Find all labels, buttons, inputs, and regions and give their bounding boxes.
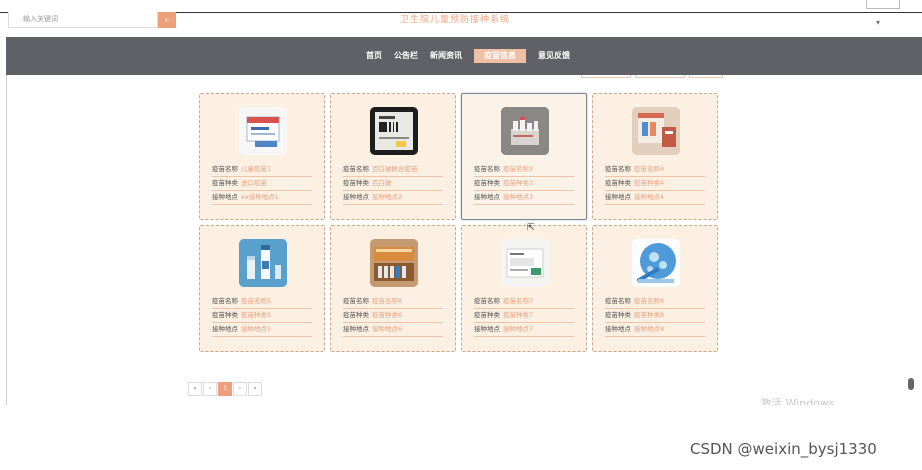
screenshot-bottom-margin	[0, 405, 922, 470]
vaccine-name-field: 疫苗名称 儿童疫苗1	[212, 162, 312, 177]
nav-item-news[interactable]: 新闻资讯	[424, 49, 468, 63]
vaccine-place-field: 接种地点 接种地点5	[212, 322, 312, 337]
vaccine-place-field: 接种地点 接种地点2	[343, 190, 443, 205]
vaccine-type-field: 疫苗种类 疫苗种类6	[343, 308, 443, 323]
vaccine-package-image	[501, 239, 549, 287]
pager-first-button[interactable]: «	[188, 382, 202, 396]
vaccine-name-field: 疫苗名称 疫苗名称7	[474, 294, 574, 309]
nav-item-home[interactable]: 首页	[360, 49, 388, 63]
vaccine-name-field: 疫苗名称 百白破联合疫苗	[343, 162, 443, 177]
vaccine-type-field: 疫苗种类 疫苗种类7	[474, 308, 574, 323]
vaccine-name-field: 疫苗名称 疫苗名称6	[343, 294, 443, 309]
vaccine-grid: 疫苗名称 儿童疫苗1 疫苗种类 进口疫苗 接种地点 xx接种地点1 疫苗名称 百白破联合…	[199, 93, 718, 352]
search-input[interactable]: 输入关键词	[8, 12, 158, 28]
pager-page-1[interactable]: 1	[218, 382, 232, 396]
search-icon: ⌕	[164, 15, 170, 24]
vaccine-card[interactable]: 疫苗名称 疫苗名称3 疫苗种类 疫苗种类3 接种地点 接种地点3	[461, 93, 587, 220]
vaccine-place-field: 接种地点 接种地点8	[605, 322, 705, 337]
vaccine-card[interactable]: 疫苗名称 疫苗名称8 疫苗种类 疫苗种类8 接种地点 接种地点8	[592, 225, 718, 352]
vaccine-kit-image	[632, 107, 680, 155]
vaccine-tablet-image	[370, 107, 418, 155]
vaccine-card[interactable]: 疫苗名称 疫苗名称7 疫苗种类 疫苗种类7 接种地点 接种地点7	[461, 225, 587, 352]
vaccine-bottle-image	[239, 239, 287, 287]
vaccine-card[interactable]: 疫苗名称 疫苗名称5 疫苗种类 疫苗种类5 接种地点 接种地点5	[199, 225, 325, 352]
main-navbar: 首页 公告栏 新闻资讯 疫苗信息 意见反馈	[6, 37, 922, 75]
vaccine-type-field: 疫苗种类 疫苗种类4	[605, 176, 705, 191]
pager-prev-button[interactable]: ‹	[203, 382, 217, 396]
site-title: 卫生院儿童预防接种系统	[400, 15, 511, 25]
vaccine-vials-image	[501, 107, 549, 155]
toolbar-button-2[interactable]	[635, 75, 685, 78]
vaccine-name-field: 疫苗名称 疫苗名称3	[474, 162, 574, 177]
toolbar-button-1[interactable]	[581, 75, 631, 78]
windows-activation-watermark: 激活 Windows	[760, 397, 835, 405]
vaccine-tray-image	[370, 239, 418, 287]
vaccine-globe-image	[632, 239, 680, 287]
vaccine-place-field: 接种地点 接种地点4	[605, 190, 705, 205]
vaccine-place-field: 接种地点 接种地点6	[343, 322, 443, 337]
nav-item-feedback[interactable]: 意见反馈	[532, 49, 576, 63]
vaccine-type-field: 疫苗种类 疫苗种类5	[212, 308, 312, 323]
nav-item-vaccine-info[interactable]: 疫苗信息	[474, 49, 526, 63]
pager-next-button[interactable]: ›	[233, 382, 247, 396]
vaccine-type-field: 疫苗种类 疫苗种类3	[474, 176, 574, 191]
vaccine-card[interactable]: 疫苗名称 百白破联合疫苗 疫苗种类 百白破 接种地点 接种地点2	[330, 93, 456, 220]
vaccine-name-field: 疫苗名称 疫苗名称5	[212, 294, 312, 309]
vaccine-type-field: 疫苗种类 进口疫苗	[212, 176, 312, 191]
vaccine-card[interactable]: 疫苗名称 儿童疫苗1 疫苗种类 进口疫苗 接种地点 xx接种地点1	[199, 93, 325, 220]
vaccine-place-field: 接种地点 xx接种地点1	[212, 190, 312, 205]
toolbar-button-3[interactable]	[689, 75, 723, 78]
vaccine-type-field: 疫苗种类 百白破	[343, 176, 443, 191]
vaccine-type-field: 疫苗种类 疫苗种类8	[605, 308, 705, 323]
pager-last-button[interactable]: »	[248, 382, 262, 396]
vaccine-name-field: 疫苗名称 疫苗名称8	[605, 294, 705, 309]
vaccine-card[interactable]: 疫苗名称 疫苗名称6 疫苗种类 疫苗种类6 接种地点 接种地点6	[330, 225, 456, 352]
mouse-cursor-icon: ⇱	[527, 223, 535, 233]
window-corner-box	[866, 0, 900, 9]
chevron-down-icon[interactable]: ▾	[876, 18, 880, 27]
vaccine-place-field: 接种地点 接种地点3	[474, 190, 574, 205]
pagination: « ‹ 1 › »	[188, 382, 263, 396]
csdn-watermark: CSDN @weixin_bysj1330	[690, 440, 877, 458]
search-button[interactable]: ⌕	[158, 12, 176, 28]
nav-item-notice[interactable]: 公告栏	[388, 49, 424, 63]
vaccine-name-field: 疫苗名称 疫苗名称4	[605, 162, 705, 177]
scroll-handle[interactable]	[908, 378, 914, 390]
toolbar-buttons	[581, 75, 727, 78]
vaccine-place-field: 接种地点 接种地点7	[474, 322, 574, 337]
vaccine-card[interactable]: 疫苗名称 疫苗名称4 疫苗种类 疫苗种类4 接种地点 接种地点4	[592, 93, 718, 220]
content-left-border	[6, 75, 7, 405]
nav-items: 首页 公告栏 新闻资讯 疫苗信息 意见反馈	[360, 49, 576, 63]
vaccine-box-image	[239, 107, 287, 155]
